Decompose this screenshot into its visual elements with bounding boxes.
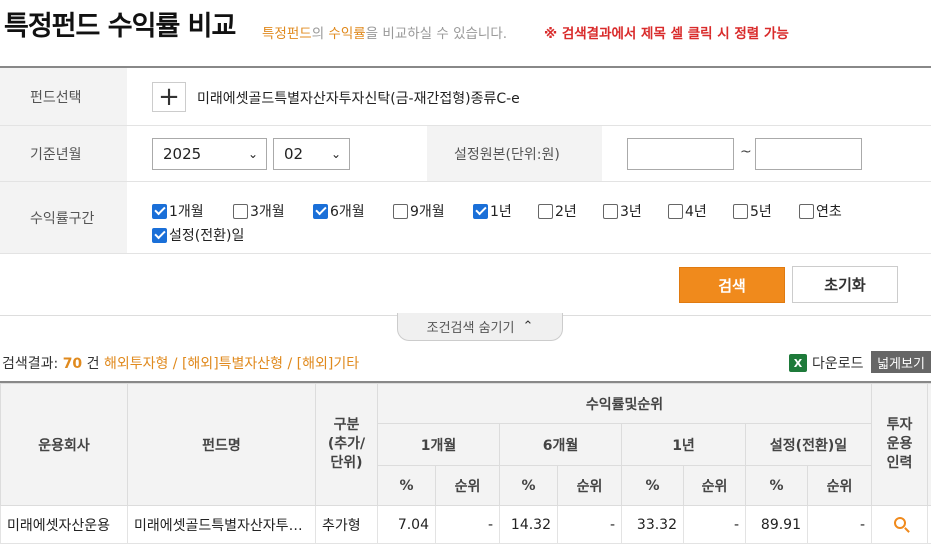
header-pct[interactable]: % [745,465,808,506]
header-type[interactable]: 구분 (추가/ 단위) [315,383,378,506]
period-checkbox-ytd[interactable]: 연초 [799,201,842,221]
cell-inception-rank: - [806,505,873,544]
subtitle-text-mid: 의 [311,26,329,42]
period-checkbox-5y[interactable]: 5년 [733,201,772,221]
year-value: 2025 [163,145,202,163]
checkbox-icon [313,203,328,219]
header-rank[interactable]: 순위 [806,465,873,506]
subtitle-highlight-fund: 특정펀드 [262,26,312,42]
cell-inception-pct: 89.91 [745,505,808,544]
chevron-down-icon: ⌄ [330,147,341,161]
cell-1m-rank: - [435,505,500,544]
period-checkbox-9m[interactable]: 9개월 [393,201,445,221]
period-label: 수익률구간 [0,182,127,253]
toggle-search-conditions-button[interactable]: 조건검색 숨기기 ⌃ [397,313,563,341]
principal-from-input[interactable] [627,138,734,170]
header-pct[interactable]: % [499,465,558,506]
cell-1y-pct: 33.32 [621,505,684,544]
header-spacer [927,383,931,506]
checkbox-icon [538,203,553,219]
cell-spacer [927,505,931,544]
principal-label: 설정원본(단위:원) [427,126,602,181]
search-form: 펀드선택 + 미래에셋골드특별자산자투자신탁(금-재간접형)종류C-e 기준년월… [0,66,931,316]
reset-button[interactable]: 초기화 [792,266,898,303]
period-checkbox-inception[interactable]: 설정(전환)일 [152,225,244,245]
header-period-1y[interactable]: 1년 [621,423,746,466]
search-button[interactable]: 검색 [679,267,785,303]
period-row: 수익률구간 1개월 3개월 6개월 9개월 1년 2년 3년 4년 5년 연초 … [0,182,931,254]
header-returns-and-rank: 수익률및순위 [376,383,873,424]
header-pct[interactable]: % [621,465,684,506]
period-checkbox-2y[interactable]: 2년 [538,201,577,221]
excel-icon: X [789,354,807,372]
header-rank[interactable]: 순위 [435,465,500,506]
result-count: 70 [62,356,83,372]
header-manager[interactable]: 투자 운용 인력 [871,383,929,506]
toggle-label: 조건검색 숨기기 [426,321,515,336]
header-period-6m[interactable]: 6개월 [499,423,622,466]
month-select[interactable]: 02 ⌄ [273,138,350,170]
result-bar: 검색결과: 70 건 해외투자형 / [해외]특별자산형 / [해외]기타 X … [0,351,931,375]
header-pct[interactable]: % [377,465,436,506]
manager-search-button[interactable] [871,505,929,544]
month-value: 02 [284,145,304,163]
subtitle-highlight-return: 수익률 [328,26,366,42]
download-label: 다운로드 [812,356,864,372]
selected-fund-name: 미래에셋골드특별자산자투자신탁(금-재간접형)종류C-e [197,91,520,107]
period-checkbox-1y[interactable]: 1년 [473,201,512,221]
results-table: 운용회사 펀드명 구분 (추가/ 단위) 수익률및순위 투자 운용 인력 1개월… [0,381,931,544]
period-checkbox-3y[interactable]: 3년 [603,201,642,221]
header-period-1m[interactable]: 1개월 [377,423,500,466]
download-button[interactable]: X 다운로드 [789,353,864,373]
date-label: 기준년월 [0,126,127,181]
sort-notice: ※ 검색결과에서 제목 셀 클릭 시 정렬 가능 [544,26,789,42]
cell-company: 미래에셋자산운용 [0,505,128,544]
cell-6m-pct: 14.32 [499,505,558,544]
checkbox-icon [799,203,814,219]
header-fund-name[interactable]: 펀드명 [127,383,316,506]
period-checkbox-1m[interactable]: 1개월 [152,201,204,221]
cell-6m-rank: - [557,505,622,544]
add-fund-button[interactable]: + [152,82,186,112]
period-checkbox-6m[interactable]: 6개월 [313,201,365,221]
subtitle-text-rest: 을 비교하실 수 있습니다. [365,26,508,42]
header-company[interactable]: 운용회사 [0,383,128,506]
fund-select-row: 펀드선택 + 미래에셋골드특별자산자투자신탁(금-재간접형)종류C-e [0,68,931,126]
period-checkbox-3m[interactable]: 3개월 [233,201,285,221]
page-header: 특정펀드 수익률 비교 특정펀드의 수익률을 비교하실 수 있습니다. ※ 검색… [0,0,931,66]
date-row: 기준년월 2025 ⌄ 02 ⌄ 설정원본(단위:원) ~ [0,126,931,182]
button-row: 검색 초기화 [0,254,931,316]
cell-1m-pct: 7.04 [377,505,436,544]
year-select[interactable]: 2025 ⌄ [152,138,267,170]
checkbox-icon [152,227,167,243]
fund-select-label: 펀드선택 [0,68,127,125]
page-subtitle: 특정펀드의 수익률을 비교하실 수 있습니다. [262,22,507,42]
cell-fund-name[interactable]: 미래에셋골드특별자산자투자신탁 [127,505,316,544]
checkbox-icon [393,203,408,219]
period-checkbox-4y[interactable]: 4년 [668,201,707,221]
checkbox-icon [233,203,248,219]
checkbox-icon [733,203,748,219]
checkbox-icon [152,203,167,219]
page-title: 특정펀드 수익률 비교 [4,11,236,42]
header-rank[interactable]: 순위 [557,465,622,506]
header-period-inception[interactable]: 설정(전환)일 [744,423,873,466]
range-tilde: ~ [740,144,752,160]
result-categories: 해외투자형 / [해외]특별자산형 / [해외]기타 [103,356,360,372]
table-row: 미래에셋자산운용 미래에셋골드특별자산자투자신탁 추가형 7.04 - 14.3… [0,505,931,544]
checkbox-icon [473,203,488,219]
checkbox-icon [668,203,683,219]
principal-to-input[interactable] [755,138,862,170]
result-summary: 검색결과: 70 건 해외투자형 / [해외]특별자산형 / [해외]기타 [2,353,359,373]
wide-view-button[interactable]: 넓게보기 [871,351,931,373]
magnifier-icon [893,516,906,529]
cell-1y-rank: - [683,505,746,544]
chevron-down-icon: ⌄ [247,147,258,161]
header-rank[interactable]: 순위 [683,465,746,506]
result-prefix: 검색결과: [2,356,63,372]
chevron-up-icon: ⌃ [522,319,534,334]
result-unit: 건 [82,356,104,372]
cell-type: 추가형 [315,505,378,544]
checkbox-icon [603,203,618,219]
